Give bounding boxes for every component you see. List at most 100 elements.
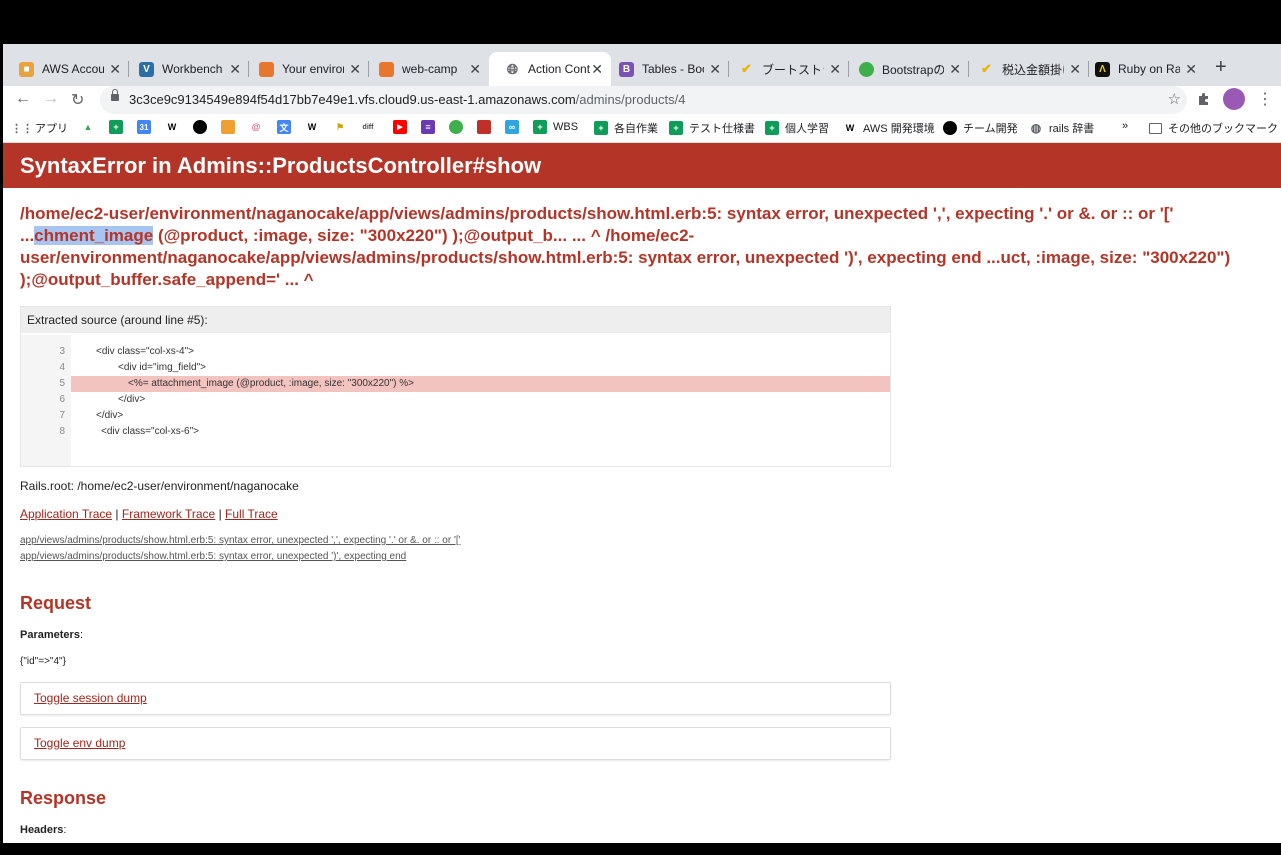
parameters-label: Parameters: bbox=[20, 629, 83, 641]
close-icon[interactable]: ✕ bbox=[709, 61, 721, 78]
close-icon[interactable]: ✕ bbox=[949, 61, 961, 78]
bookmark-apps[interactable]: ⋮⋮ アプリ bbox=[11, 120, 68, 136]
source-title: Extracted source (around line #5): bbox=[21, 307, 890, 333]
tab-bootstrap-jp[interactable]: ✔ ブートストラ ✕ bbox=[723, 52, 849, 86]
tab-workbench[interactable]: V Workbench ✕ bbox=[123, 52, 249, 86]
bookmark-box[interactable] bbox=[221, 120, 241, 134]
bookmark-drive[interactable]: ▲ bbox=[81, 120, 101, 134]
bookmark-swirl[interactable]: @ bbox=[249, 120, 269, 134]
tab-your-environments[interactable]: Your environ ✕ bbox=[243, 52, 369, 86]
bookmark-team-dev[interactable]: チーム開発 bbox=[943, 120, 1018, 136]
session-dump-box: Toggle session dump bbox=[20, 682, 891, 715]
qiita-check-icon: ✔ bbox=[981, 61, 992, 76]
selected-text: chment_image bbox=[34, 226, 154, 245]
globe-icon: 🌐︎ bbox=[506, 60, 519, 77]
bootstrap-icon: B bbox=[619, 61, 634, 77]
youtube-icon: ▶ bbox=[393, 120, 407, 134]
extracted-source: Extracted source (around line #5): 3 <div… bbox=[20, 306, 891, 467]
bookmark-diff[interactable]: diff bbox=[361, 120, 381, 134]
tab-action-controller[interactable]: 🌐︎ Action Contr ✕ bbox=[489, 52, 611, 86]
menu-dots-icon[interactable]: ⋮ bbox=[1257, 89, 1273, 109]
bookmark-rails-dict[interactable]: ◍ rails 辞書 bbox=[1029, 120, 1094, 136]
folder-icon bbox=[1149, 122, 1162, 134]
bookmark-test-spec[interactable]: + テスト仕様書 bbox=[669, 120, 755, 136]
globe-icon: ◍ bbox=[1030, 121, 1042, 135]
source-line: 4 <div id="img_field"> bbox=[59, 362, 206, 373]
error-header: SyntaxError in Admins::ProductsControlle… bbox=[3, 143, 1281, 188]
drive-icon: ▲ bbox=[83, 122, 93, 132]
close-icon[interactable]: ✕ bbox=[229, 61, 241, 78]
bookmarks-bar: ⋮⋮ アプリ ▲ + 31 W @ 文 W ⚑ diff ▶ ≡ ∞ + WBS +… bbox=[3, 114, 1281, 143]
close-icon[interactable]: ✕ bbox=[349, 61, 361, 78]
diff-icon: diff bbox=[362, 123, 374, 131]
bookmark-github[interactable] bbox=[193, 120, 213, 134]
tab-ruby-on-rails[interactable]: Λ Ruby on Rai ✕ bbox=[1079, 52, 1205, 86]
bookmark-youtube[interactable]: ▶ bbox=[393, 120, 413, 134]
tab-label: Action Contr bbox=[528, 62, 590, 76]
tab-aws-account[interactable]: ■ AWS Accour ✕ bbox=[3, 52, 129, 86]
source-line: 8 <div class="col-xs-6"> bbox=[59, 426, 199, 437]
close-icon[interactable]: ✕ bbox=[1185, 61, 1197, 78]
tab-tax-calc[interactable]: ✔ 税込金額掛け ✕ bbox=[963, 52, 1089, 86]
close-icon[interactable]: ✕ bbox=[591, 61, 603, 78]
application-trace-link[interactable]: Application Trace bbox=[20, 507, 112, 521]
flag-icon: ⚑ bbox=[335, 121, 345, 132]
workbench-v-icon: V bbox=[139, 61, 154, 77]
trace-row[interactable]: app/views/admins/products/show.html.erb:… bbox=[20, 535, 461, 546]
framework-trace-link[interactable]: Framework Trace bbox=[122, 507, 215, 521]
github-icon bbox=[943, 121, 957, 135]
bookmark-individual-tasks[interactable]: + 各自作業 bbox=[594, 120, 658, 136]
error-title: SyntaxError in Admins::ProductsControlle… bbox=[20, 153, 542, 178]
env-dump-box: Toggle env dump bbox=[20, 727, 891, 760]
close-icon[interactable]: ✕ bbox=[829, 61, 841, 78]
bookmark-w2[interactable]: W bbox=[305, 120, 325, 134]
close-icon[interactable]: ✕ bbox=[109, 61, 121, 78]
github-icon bbox=[193, 120, 207, 134]
tab-label: Workbench bbox=[162, 62, 223, 76]
tab-label: 税込金額掛け bbox=[1002, 62, 1064, 77]
bookmark-w1[interactable]: W bbox=[165, 120, 185, 134]
address-bar[interactable]: 3c3ce9c9134549e894f54d17bb7e49e1.vfs.clo… bbox=[100, 86, 1187, 114]
book-red-icon bbox=[477, 120, 491, 134]
bookmark-aws-dev[interactable]: W AWS 開発環境 bbox=[843, 120, 935, 136]
sheets-icon: + bbox=[533, 120, 547, 134]
bookmark-sheets[interactable]: + bbox=[109, 120, 129, 134]
other-bookmarks[interactable]: その他のブックマーク bbox=[1149, 120, 1278, 136]
bookmark-list[interactable]: ≡ bbox=[421, 120, 441, 134]
back-arrow-icon[interactable]: ← bbox=[15, 90, 31, 108]
source-line: 3 <div class="col-xs-4"> bbox=[59, 346, 194, 357]
circle-green-icon bbox=[449, 120, 463, 134]
tab-label: web-camp bbox=[402, 62, 458, 76]
source-line: 5 <%= attachment_image (@product, :image,… bbox=[59, 378, 415, 389]
browser-window: ■ AWS Accour ✕ V Workbench ✕ Your enviro… bbox=[3, 44, 1281, 843]
bookmark-star-icon[interactable]: ☆ bbox=[1168, 90, 1181, 108]
sheets-icon: + bbox=[594, 121, 608, 135]
bookmark-translate[interactable]: 文 bbox=[277, 120, 297, 134]
bookmark-personal-study[interactable]: + 個人学習 bbox=[765, 120, 829, 136]
bookmark-calendar[interactable]: 31 bbox=[137, 120, 157, 134]
bookmark-flag[interactable]: ⚑ bbox=[333, 120, 353, 134]
bookmark-green[interactable] bbox=[449, 120, 469, 134]
trace-row[interactable]: app/views/admins/products/show.html.erb:… bbox=[20, 551, 406, 562]
bookmarks-more[interactable]: » bbox=[1122, 120, 1128, 132]
wikipedia-w-icon: W bbox=[307, 122, 317, 132]
bookmark-wbs[interactable]: + WBS bbox=[533, 120, 578, 134]
toggle-env-dump-link[interactable]: Toggle env dump bbox=[34, 736, 125, 750]
toggle-session-dump-link[interactable]: Toggle session dump bbox=[34, 691, 147, 705]
close-icon[interactable]: ✕ bbox=[469, 61, 481, 78]
forward-arrow-icon[interactable]: → bbox=[43, 90, 59, 108]
extensions-puzzle-icon[interactable] bbox=[1197, 92, 1211, 106]
reload-icon[interactable]: ↻ bbox=[71, 90, 84, 110]
new-tab-button[interactable]: + bbox=[1215, 56, 1227, 79]
tab-bootstrap-no[interactable]: Bootstrapの ✕ bbox=[843, 52, 969, 86]
wikipedia-w-icon: W bbox=[845, 123, 855, 133]
bookmark-infinity[interactable]: ∞ bbox=[505, 120, 525, 134]
error-message: /home/ec2-user/environment/naganocake/ap… bbox=[20, 204, 1231, 289]
bookmark-book[interactable] bbox=[477, 120, 497, 134]
tab-label: AWS Accour bbox=[42, 62, 104, 76]
tab-tables-bootstrap[interactable]: B Tables - Boo ✕ bbox=[603, 52, 729, 86]
full-trace-link[interactable]: Full Trace bbox=[225, 507, 278, 521]
profile-avatar[interactable] bbox=[1223, 88, 1245, 110]
response-heading: Response bbox=[20, 788, 107, 808]
tab-web-camp[interactable]: web-camp ✕ bbox=[363, 52, 489, 86]
